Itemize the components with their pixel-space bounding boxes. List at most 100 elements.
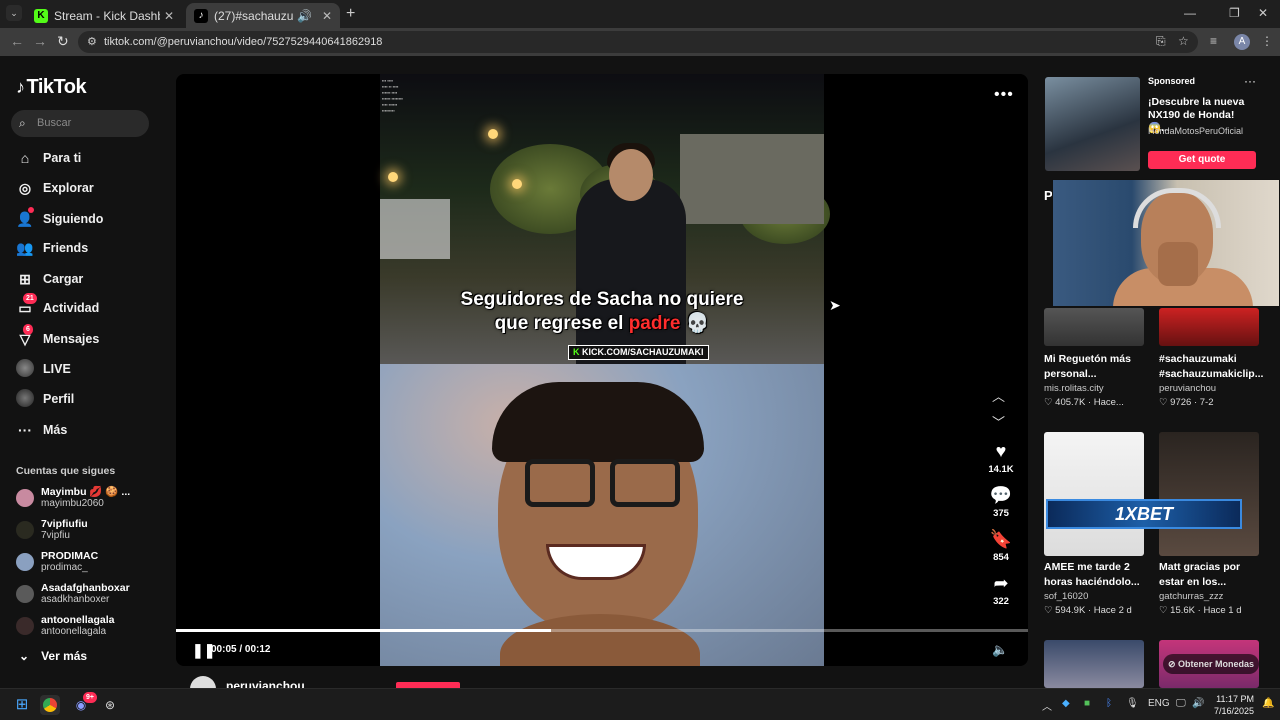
address-bar-row: ← → ↻ ⚙ tiktok.com/@peruvianchou/video/7…: [0, 28, 1280, 56]
following-account[interactable]: PRODIMAC prodimac_: [16, 550, 98, 574]
bookmark-star-icon[interactable]: ☆: [1178, 34, 1189, 48]
nav-live[interactable]: LIVE: [16, 357, 71, 381]
language-indicator[interactable]: ENG: [1148, 698, 1170, 709]
forward-icon[interactable]: →: [33, 33, 47, 49]
restore-icon[interactable]: ❐: [1229, 6, 1240, 20]
tray-app-icon[interactable]: ■: [1084, 698, 1090, 709]
following-account[interactable]: Asadafghanboxar asadkhanboxer: [16, 582, 130, 606]
save-button[interactable]: 🔖 854: [982, 528, 1020, 563]
close-window-icon[interactable]: ✕: [1258, 6, 1268, 20]
tab-title: Stream - Kick Dashboard: [54, 8, 160, 23]
discord-icon[interactable]: ◉ 9+: [71, 692, 97, 715]
see-more-button[interactable]: ⌄ Ver más: [19, 649, 99, 663]
media-controls-icon[interactable]: ≡: [1210, 34, 1217, 48]
comment-button[interactable]: 💬 375: [982, 484, 1020, 519]
network-icon[interactable]: 🖵: [1176, 698, 1186, 709]
upload-icon: ⊞: [19, 270, 31, 287]
site-info-icon[interactable]: ⚙: [87, 31, 97, 53]
search-placeholder: Buscar: [37, 117, 72, 129]
tray-overflow-icon[interactable]: ︿: [1042, 698, 1052, 713]
url-text: tiktok.com/@peruvianchou/video/752752944…: [104, 36, 383, 48]
profile-avatar[interactable]: A: [1234, 34, 1250, 50]
related-video-card[interactable]: Mi Reguetón más personal... mis.rolitas.…: [1044, 308, 1144, 408]
nav-cargar[interactable]: ⊞ Cargar: [16, 267, 83, 291]
previous-video-icon[interactable]: ︿: [992, 386, 1005, 405]
messages-badge: 6: [23, 323, 33, 335]
system-clock[interactable]: 11:17 PM 7/16/2025: [1210, 693, 1254, 717]
url-input[interactable]: ⚙ tiktok.com/@peruvianchou/video/7527529…: [78, 31, 1198, 53]
tiktok-logo[interactable]: ♪ TikTok: [16, 76, 87, 99]
windows-start-icon[interactable]: ⊞: [12, 695, 32, 715]
home-icon: ⌂: [20, 150, 30, 166]
ad-thumbnail[interactable]: [1045, 77, 1140, 171]
obs-icon[interactable]: ⊛: [100, 695, 120, 715]
activity-badge: 21: [23, 292, 37, 304]
bluetooth-icon[interactable]: ᛒ: [1106, 698, 1112, 709]
more-options-icon[interactable]: •••: [994, 86, 1014, 104]
microphone-icon[interactable]: 🎙: [1126, 698, 1139, 709]
avatar: [16, 489, 34, 507]
video-thumbnail: [1044, 432, 1144, 556]
nav-actividad[interactable]: ▭ 21 Actividad: [16, 292, 99, 320]
chat-overlay: ▪▪▪ ▪▪▪▪ ▪▪▪▪ ▪▪ ▪▪▪▪ ▪▪▪▪▪▪ ▪▪▪▪ ▪▪▪▪▪▪ ▪▪…: [382, 78, 403, 113]
nav-friends[interactable]: 👥 Friends: [16, 236, 88, 260]
nav-explorar[interactable]: ◎ Explorar: [16, 176, 94, 200]
windows-taskbar: ⊞ ◉ 9+ ⊛ ︿ ◆ ■ ᛒ 🎙 ENG 🖵 🔊 11:17 PM 7/16/2…: [0, 688, 1280, 720]
search-input[interactable]: ⌕ Buscar: [11, 110, 149, 137]
avatar: [16, 617, 34, 635]
close-tab-icon[interactable]: ✕: [322, 9, 332, 23]
tab-title: (27)#sachauzumaki #sacha: [214, 8, 293, 23]
video-thumbnail: [1159, 308, 1259, 346]
following-account[interactable]: Mayimbu 💋 🍪 ... mayimbu2060: [16, 486, 130, 510]
nav-mensajes[interactable]: ▽ 6 Mensajes: [16, 323, 99, 351]
back-icon[interactable]: ←: [10, 33, 24, 49]
related-video-card[interactable]: #sachauzumaki #sachauzumakiclip... peruv…: [1159, 308, 1263, 408]
reload-icon[interactable]: ↻: [57, 33, 69, 50]
video-caption: Seguidores de Sacha no quiere que regres…: [460, 289, 744, 334]
profile-icon: [16, 388, 34, 410]
speaker-icon[interactable]: 🔊: [1192, 698, 1204, 709]
browser-menu-icon[interactable]: ⋮: [1261, 34, 1273, 48]
tab-kick-dashboard[interactable]: K Stream - Kick Dashboard ✕: [26, 3, 182, 28]
ad-brand[interactable]: HondaMotosPeruOficial: [1148, 126, 1243, 136]
live-icon: [16, 358, 34, 380]
audio-playing-icon[interactable]: 🔊: [297, 9, 312, 23]
browser-tab-strip: ⌄ K Stream - Kick Dashboard ✕ ♪ (27)#sac…: [0, 0, 1280, 28]
close-tab-icon[interactable]: ✕: [164, 9, 174, 23]
video-player[interactable]: ▪▪▪ ▪▪▪▪ ▪▪▪▪ ▪▪ ▪▪▪▪ ▪▪▪▪▪▪ ▪▪▪▪ ▪▪▪▪▪▪ ▪▪…: [176, 74, 1028, 666]
friends-icon: 👥: [16, 239, 34, 256]
video-time: 00:05 / 00:12: [211, 644, 271, 655]
avatar: [16, 521, 34, 539]
nav-mas[interactable]: ··· Más: [16, 418, 67, 442]
chrome-icon[interactable]: [40, 695, 60, 715]
volume-icon[interactable]: 🔈: [992, 642, 1008, 658]
get-quote-button[interactable]: Get quote: [1148, 151, 1256, 169]
share-icon: ➦: [993, 573, 1009, 593]
install-app-icon[interactable]: ⎘: [1156, 34, 1166, 49]
messages-icon: ▽ 6: [16, 323, 34, 348]
nav-siguiendo[interactable]: 👤 Siguiendo: [16, 206, 103, 231]
ad-more-icon[interactable]: ···: [1244, 74, 1256, 88]
avatar: [16, 585, 34, 603]
nav-perfil[interactable]: Perfil: [16, 387, 74, 411]
minimize-icon[interactable]: —: [1184, 6, 1196, 20]
notifications-icon[interactable]: 🔔: [1262, 698, 1274, 709]
search-icon: ⌕: [19, 116, 26, 130]
kick-url-label: K KICK.COM/SACHAUZUMAKI: [568, 345, 709, 360]
nav-para-ti[interactable]: ⌂ Para ti: [16, 146, 81, 170]
tab-tiktok-video[interactable]: ♪ (27)#sachauzumaki #sacha 🔊 ✕: [186, 3, 340, 28]
tray-app-icon[interactable]: ◆: [1062, 698, 1070, 709]
following-account[interactable]: 7vipfiufiu 7vipfiu: [16, 518, 88, 542]
following-account[interactable]: antoonellagala antoonellagala: [16, 614, 115, 638]
like-button[interactable]: ♥ 14.1K: [982, 440, 1020, 475]
get-coins-button[interactable]: ⊘ Obtener Monedas: [1163, 654, 1259, 674]
heart-outline-icon: ♡: [1159, 397, 1168, 408]
tab-search-icon[interactable]: ⌄: [6, 5, 22, 21]
compass-icon: ◎: [18, 179, 32, 196]
share-button[interactable]: ➦ 322: [982, 572, 1020, 607]
next-video-icon[interactable]: ﹀: [992, 412, 1005, 431]
video-thumbnail[interactable]: [1044, 640, 1144, 688]
avatar: [16, 553, 34, 571]
new-tab-button[interactable]: +: [346, 5, 355, 23]
skull-emoji: 💀: [685, 313, 710, 334]
